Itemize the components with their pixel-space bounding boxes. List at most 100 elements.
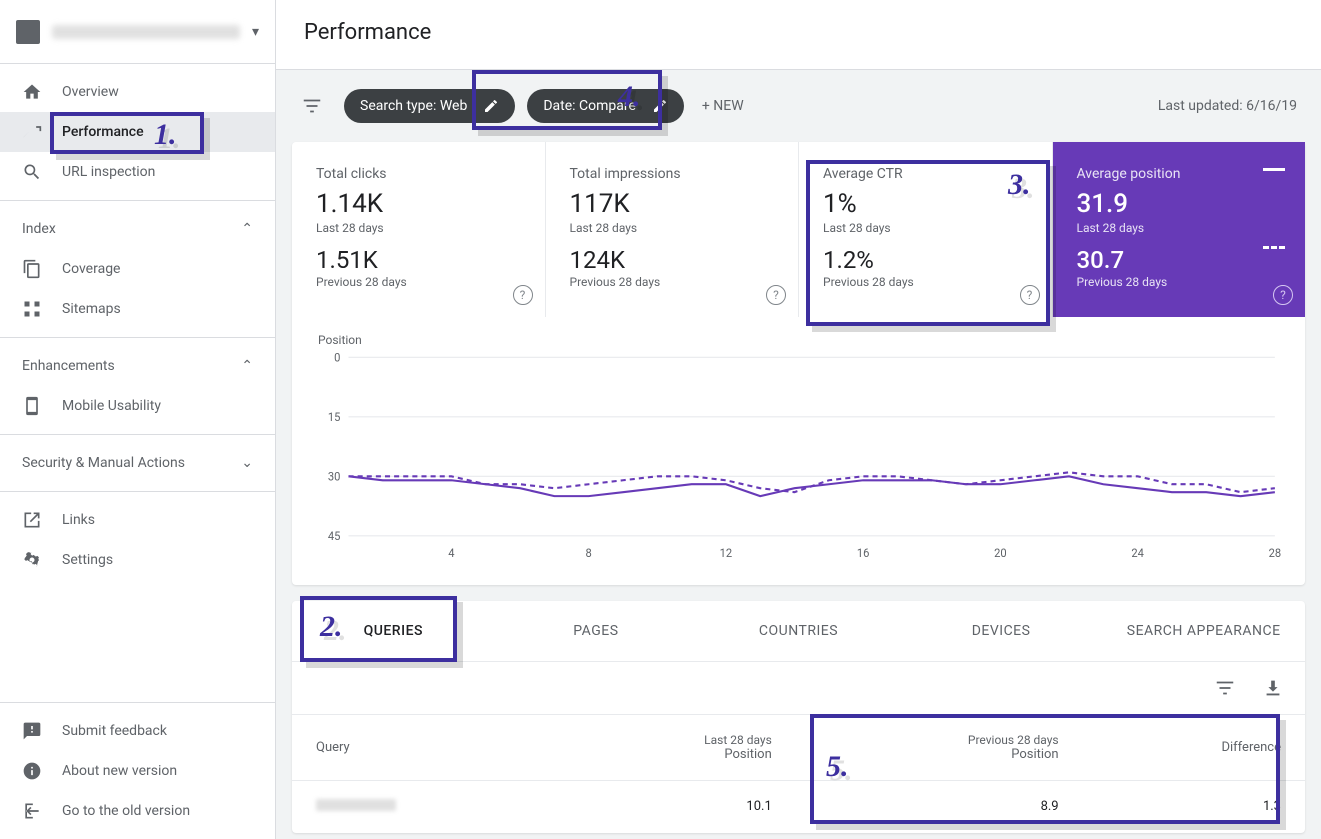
property-name <box>52 25 240 39</box>
cell-difference: 1.3 <box>1083 780 1305 833</box>
sidebar-item-label: Performance <box>62 124 144 140</box>
property-selector[interactable]: ▾ <box>0 0 275 64</box>
download-icon[interactable] <box>1261 676 1285 700</box>
section-title-security[interactable]: Security & Manual Actions ⌄ <box>0 443 275 483</box>
svg-text:15: 15 <box>328 410 341 424</box>
table-toolbar <box>292 662 1305 714</box>
pencil-icon <box>646 92 674 120</box>
tabs-row: QUERIES PAGES COUNTRIES DEVICES SEARCH A… <box>292 601 1305 662</box>
annotation-label-4: 4. <box>618 80 641 114</box>
table-row[interactable]: 10.1 8.9 1.3 <box>292 780 1305 833</box>
sidebar-item-label: Links <box>62 512 95 528</box>
query-text-blurred <box>316 799 396 811</box>
sidebar-item-performance[interactable]: Performance <box>0 112 275 152</box>
info-icon <box>22 761 42 781</box>
annotation-label-3: 3. <box>1008 168 1031 202</box>
svg-text:16: 16 <box>857 546 870 560</box>
svg-text:20: 20 <box>994 546 1007 560</box>
chevron-up-icon: ⌃ <box>241 358 253 374</box>
svg-text:8: 8 <box>586 546 592 560</box>
svg-text:4: 4 <box>448 546 455 560</box>
sitemap-icon <box>22 299 42 319</box>
annotation-label-1: 1. <box>154 118 177 152</box>
main: Performance Search type: Web Date: Compa… <box>276 0 1321 839</box>
sidebar-item-about[interactable]: About new version <box>0 751 275 791</box>
sidebar: ▾ Overview Performance URL inspection In… <box>0 0 276 839</box>
tab-devices[interactable]: DEVICES <box>900 601 1103 661</box>
svg-text:30: 30 <box>328 469 341 483</box>
tabs-card: QUERIES PAGES COUNTRIES DEVICES SEARCH A… <box>292 601 1305 833</box>
sidebar-item-label: Coverage <box>62 261 120 277</box>
sidebar-item-feedback[interactable]: Submit feedback <box>0 711 275 751</box>
legend-dashed-line-icon <box>1263 246 1285 249</box>
tab-countries[interactable]: COUNTRIES <box>697 601 900 661</box>
help-icon[interactable]: ? <box>1273 285 1293 305</box>
filter-toolbar: Search type: Web Date: Compare + NEW Las… <box>292 70 1305 142</box>
copy-icon <box>22 259 42 279</box>
sidebar-item-links[interactable]: Links <box>0 500 275 540</box>
sidebar-item-coverage[interactable]: Coverage <box>0 249 275 289</box>
sidebar-item-sitemaps[interactable]: Sitemaps <box>0 289 275 329</box>
chip-label: Search type: Web <box>360 98 467 114</box>
home-icon <box>22 82 42 102</box>
section-title-index[interactable]: Index ⌃ <box>0 209 275 249</box>
feedback-icon <box>22 721 42 741</box>
col-query[interactable]: Query <box>292 714 557 780</box>
nav-section-main: Overview Performance URL inspection <box>0 64 275 201</box>
pencil-icon <box>477 92 505 120</box>
svg-text:45: 45 <box>328 529 341 543</box>
search-icon <box>22 162 42 182</box>
gear-icon <box>22 550 42 570</box>
sidebar-item-old-version[interactable]: Go to the old version <box>0 791 275 831</box>
sidebar-item-overview[interactable]: Overview <box>0 72 275 112</box>
chevron-up-icon: ⌃ <box>241 221 253 237</box>
legend-solid-line-icon <box>1263 168 1285 171</box>
content-area: Search type: Web Date: Compare + NEW Las… <box>276 70 1321 839</box>
sidebar-bottom: Submit feedback About new version Go to … <box>0 702 275 839</box>
svg-text:28: 28 <box>1269 546 1282 560</box>
search-type-chip[interactable]: Search type: Web <box>344 89 515 123</box>
col-difference[interactable]: Difference <box>1083 714 1305 780</box>
help-icon[interactable]: ? <box>1020 285 1040 305</box>
chart-area: Position 0153045481216202428 <box>292 317 1305 585</box>
nav-section-links: Links Settings <box>0 492 275 588</box>
property-logo-icon <box>16 20 40 44</box>
page-header: Performance <box>276 0 1321 70</box>
sidebar-item-url-inspection[interactable]: URL inspection <box>0 152 275 192</box>
sidebar-item-label: Sitemaps <box>62 301 121 317</box>
table-filter-icon[interactable] <box>1213 676 1237 700</box>
section-title-enhancements[interactable]: Enhancements ⌃ <box>0 346 275 386</box>
cell-prev-position: 8.9 <box>796 780 1083 833</box>
svg-text:0: 0 <box>334 351 340 365</box>
annotation-label-2: 2. <box>320 610 343 644</box>
phone-icon <box>22 396 42 416</box>
nav-section-security: Security & Manual Actions ⌄ <box>0 435 275 492</box>
chevron-down-icon: ▾ <box>252 24 259 40</box>
nav-section-index: Index ⌃ Coverage Sitemaps <box>0 201 275 338</box>
date-compare-chip[interactable]: Date: Compare <box>527 89 684 123</box>
sidebar-item-label: Mobile Usability <box>62 398 161 414</box>
sidebar-item-label: About new version <box>62 763 177 779</box>
metric-total-clicks[interactable]: Total clicks 1.14K Last 28 days 1.51K Pr… <box>292 142 546 317</box>
sidebar-item-label: Submit feedback <box>62 723 167 739</box>
cell-last-position: 10.1 <box>557 780 796 833</box>
metric-total-impressions[interactable]: Total impressions 117K Last 28 days 124K… <box>546 142 800 317</box>
nav-section-enhancements: Enhancements ⌃ Mobile Usability <box>0 338 275 435</box>
sidebar-item-mobile-usability[interactable]: Mobile Usability <box>0 386 275 426</box>
position-chart: 0153045481216202428 <box>312 351 1285 561</box>
svg-text:24: 24 <box>1131 546 1144 560</box>
help-icon[interactable]: ? <box>513 285 533 305</box>
add-filter-button[interactable]: + NEW <box>702 98 744 114</box>
tab-pages[interactable]: PAGES <box>495 601 698 661</box>
exit-icon <box>22 801 42 821</box>
sidebar-item-label: Settings <box>62 552 113 568</box>
help-icon[interactable]: ? <box>766 285 786 305</box>
filter-icon[interactable] <box>292 86 332 126</box>
page-title: Performance <box>304 20 1293 45</box>
col-last-position[interactable]: Last 28 daysPosition <box>557 714 796 780</box>
sidebar-item-label: Go to the old version <box>62 803 190 819</box>
sidebar-item-settings[interactable]: Settings <box>0 540 275 580</box>
metric-average-position[interactable]: Average position 31.9 Last 28 days 30.7 … <box>1053 142 1306 317</box>
link-icon <box>22 510 42 530</box>
tab-search-appearance[interactable]: SEARCH APPEARANCE <box>1102 601 1305 661</box>
